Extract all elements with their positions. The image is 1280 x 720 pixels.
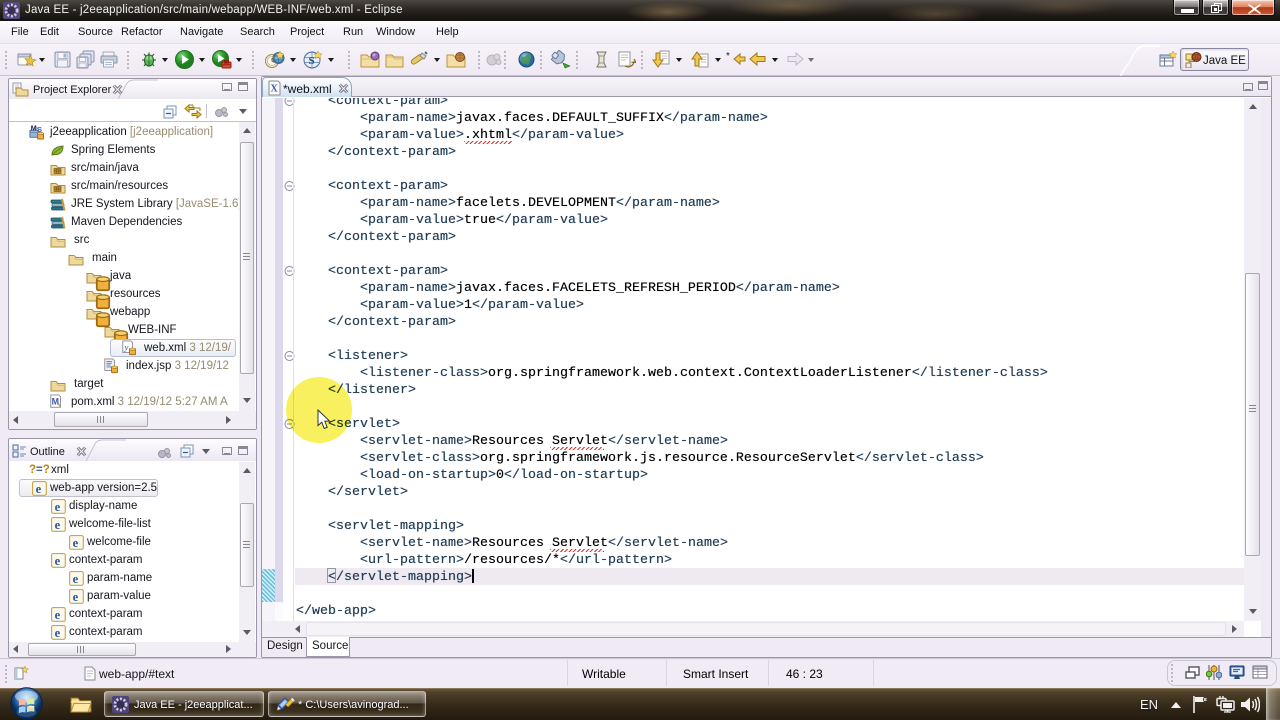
svg-text:*: * <box>726 51 730 62</box>
svg-text:S: S <box>309 55 315 67</box>
